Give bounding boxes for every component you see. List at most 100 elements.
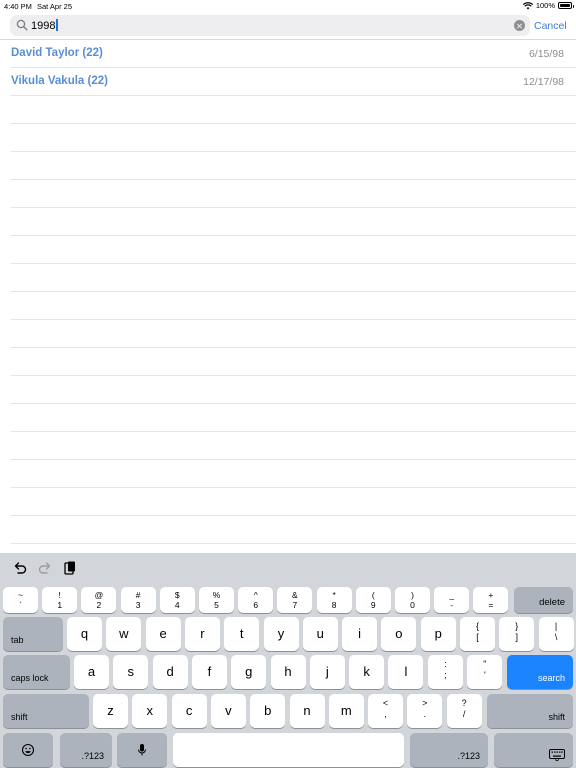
search-key[interactable]: search [507, 655, 573, 689]
key-shift-label: & [292, 590, 298, 600]
left-shift-key[interactable]: shift [3, 694, 89, 728]
key-label: ' [483, 670, 486, 680]
emoji-icon [21, 743, 35, 757]
key-label: z [107, 703, 114, 718]
key-sym-1[interactable]: }] [499, 617, 535, 651]
key-f[interactable]: f [191, 655, 227, 689]
key-label: k [363, 664, 370, 679]
key-4[interactable]: $4 [159, 587, 195, 613]
key-3[interactable]: #3 [120, 587, 156, 613]
key-q[interactable]: q [67, 617, 102, 651]
key-label: m [340, 703, 352, 718]
numbers-key-left[interactable]: .?123 [60, 733, 112, 767]
key-sym-r3-0[interactable]: :; [428, 655, 463, 689]
keyboard-dismiss-icon [549, 749, 565, 761]
key-n[interactable]: n [289, 694, 325, 728]
caps-lock-key[interactable]: caps lock [3, 655, 70, 689]
key-6[interactable]: ^ 6 [238, 587, 274, 613]
key-m[interactable]: m [328, 694, 364, 728]
wifi-icon [522, 1, 533, 9]
key-label: 7 [292, 600, 298, 610]
key-o[interactable]: o [381, 617, 417, 651]
key-label: j [325, 664, 329, 679]
key-2[interactable]: @2 [81, 587, 117, 613]
battery-icon [558, 2, 574, 9]
key-y[interactable]: y [263, 617, 299, 651]
key-a[interactable]: a [74, 655, 109, 689]
status-right: 100% [522, 1, 574, 10]
delete-key[interactable]: delete [514, 587, 573, 613]
key-shift-label: @ [94, 590, 104, 600]
key-label: \ [554, 632, 558, 642]
key-sym-r3-1[interactable]: " ' [467, 655, 503, 689]
key-sym-r4-2[interactable]: ? / [446, 694, 482, 728]
undo-icon[interactable] [12, 560, 28, 576]
key-c[interactable]: c [171, 694, 207, 728]
key--[interactable]: _ - [434, 587, 470, 613]
key-label: ] [515, 632, 519, 642]
key-label: 1 [57, 600, 63, 610]
space-key[interactable] [173, 733, 404, 767]
key-s[interactable]: s [113, 655, 149, 689]
cancel-button[interactable]: Cancel [534, 20, 567, 32]
key-`[interactable]: ~ ` [3, 587, 38, 613]
key-g[interactable]: g [231, 655, 267, 689]
key-5[interactable]: % 5 [199, 587, 234, 613]
key-label: e [159, 626, 167, 641]
result-name: Vikula Vakula (22) [11, 75, 108, 87]
search-input[interactable]: 1998 [10, 15, 530, 36]
key-l[interactable]: l [388, 655, 424, 689]
key-0[interactable]: ) 0 [395, 587, 430, 613]
key-sym-0[interactable]: {[ [460, 617, 495, 651]
tab-key[interactable]: tab [3, 617, 63, 651]
key-h[interactable]: h [270, 655, 306, 689]
search-bar: 1998 Cancel [0, 12, 576, 40]
key-sym-2[interactable]: | \ [538, 617, 574, 651]
key-x[interactable]: x [132, 694, 168, 728]
key-label: w [119, 626, 129, 641]
result-date: 6/15/98 [528, 48, 564, 60]
key-p[interactable]: p [420, 617, 456, 651]
key-j[interactable]: j [309, 655, 345, 689]
key-sym-r4-1[interactable]: >. [407, 694, 443, 728]
result-row[interactable]: David Taylor (22) 6/15/98 [11, 40, 576, 68]
status-bar: 4:40 PM Sat Apr 25 100% [0, 0, 576, 12]
key-u[interactable]: u [302, 617, 338, 651]
key-7[interactable]: & 7 [277, 587, 313, 613]
key-=[interactable]: + = [473, 587, 509, 613]
clear-search-icon[interactable] [514, 20, 525, 31]
key-k[interactable]: k [349, 655, 385, 689]
key-label: / [462, 709, 466, 719]
key-z[interactable]: z [93, 694, 128, 728]
paste-icon[interactable] [62, 560, 78, 576]
key-1[interactable]: ! 1 [42, 587, 78, 613]
keyboard: delete tab caps lock search shift shift … [0, 553, 576, 768]
key-e[interactable]: e [145, 617, 181, 651]
key-8[interactable]: * 8 [316, 587, 352, 613]
microphone-icon [138, 744, 146, 756]
status-time: 4:40 PM [4, 2, 32, 11]
key-9[interactable]: (9 [355, 587, 391, 613]
key-w[interactable]: w [106, 617, 142, 651]
key-label: 9 [370, 600, 376, 610]
key-i[interactable]: i [342, 617, 378, 651]
numbers-key-right[interactable]: .?123 [410, 733, 488, 767]
key-label: c [185, 703, 193, 718]
emoji-key[interactable] [3, 733, 53, 767]
battery-percent: 100% [535, 1, 555, 10]
key-d[interactable]: d [152, 655, 188, 689]
key-t[interactable]: t [224, 617, 260, 651]
key-shift-label: { [475, 621, 479, 631]
key-v[interactable]: v [210, 694, 246, 728]
redo-icon[interactable] [37, 560, 53, 576]
result-row[interactable]: Vikula Vakula (22) 12/17/98 [11, 68, 576, 96]
key-r[interactable]: r [184, 617, 220, 651]
key-label: - [450, 600, 454, 610]
key-label: 2 [96, 600, 102, 610]
dictation-key[interactable] [117, 733, 167, 767]
key-b[interactable]: b [250, 694, 286, 728]
hide-keyboard-key[interactable] [494, 733, 573, 767]
right-shift-key[interactable]: shift [487, 694, 573, 728]
key-label: = [488, 600, 494, 610]
key-sym-r4-0[interactable]: <, [368, 694, 403, 728]
